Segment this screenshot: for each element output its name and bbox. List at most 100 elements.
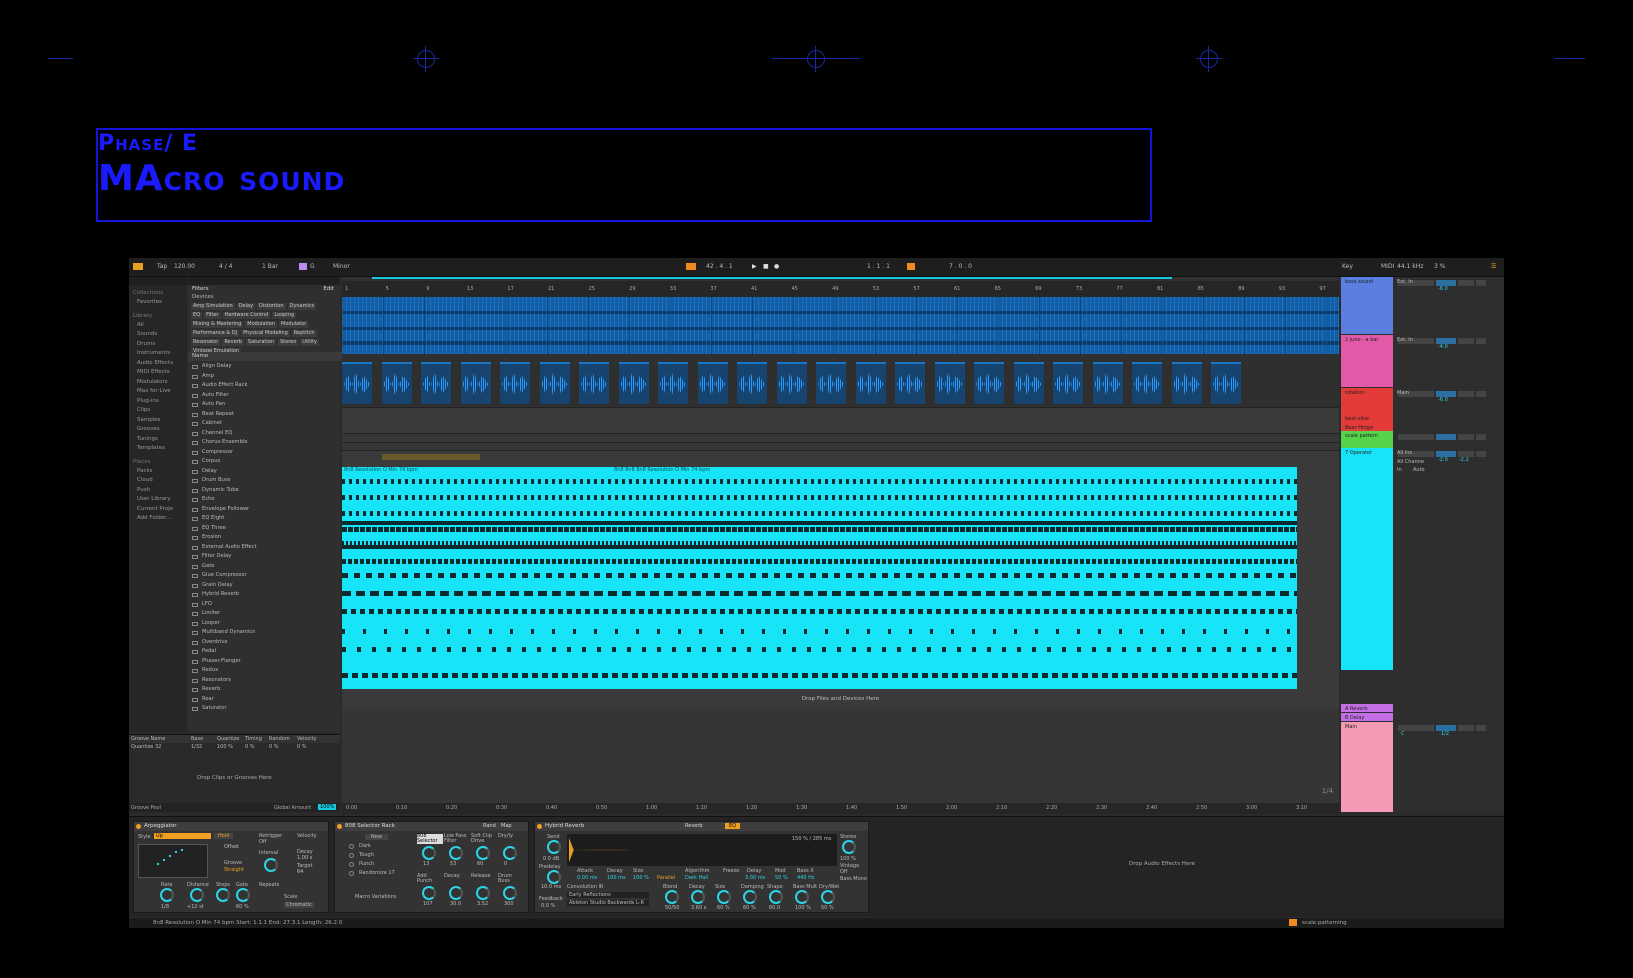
reverb-knob[interactable] bbox=[717, 890, 731, 904]
track-name[interactable]: beat slice bbox=[1345, 416, 1369, 422]
groove-cell[interactable]: 1/32 bbox=[191, 744, 202, 750]
juno-audio-clip[interactable] bbox=[1053, 362, 1083, 404]
device-list-item[interactable]: Saturator bbox=[188, 704, 340, 714]
macro-knob[interactable] bbox=[476, 846, 490, 860]
track-volume-value[interactable]: -2.2 bbox=[1459, 457, 1469, 463]
pan-field[interactable] bbox=[1458, 434, 1474, 440]
track-volume-value[interactable]: -4.0 bbox=[1438, 344, 1448, 350]
variation-name[interactable]: Punch bbox=[359, 861, 374, 867]
rack-variation[interactable]: Dark bbox=[349, 842, 411, 851]
track-bass-clip[interactable] bbox=[342, 297, 1339, 354]
sidebar-item-instruments[interactable]: Instruments bbox=[129, 349, 187, 359]
device-list-item[interactable]: Looper bbox=[188, 619, 340, 629]
sidebar-place-push[interactable]: Push bbox=[129, 486, 187, 496]
rack-map-button[interactable]: Map bbox=[501, 823, 512, 829]
device-list-item[interactable]: Chorus-Ensemble bbox=[188, 438, 340, 448]
device-list-item[interactable]: EQ Three bbox=[188, 524, 340, 534]
macro-knob[interactable] bbox=[503, 846, 517, 860]
volume-field[interactable] bbox=[1436, 434, 1456, 440]
macro-knob[interactable] bbox=[422, 846, 436, 860]
macro-knob[interactable] bbox=[476, 886, 490, 900]
filter-tag[interactable]: Reptitch bbox=[291, 330, 317, 337]
juno-audio-clip[interactable] bbox=[895, 362, 925, 404]
track-name[interactable]: bass sound bbox=[1345, 279, 1373, 285]
sidebar-item-sounds[interactable]: Sounds bbox=[129, 330, 187, 340]
device-list-item[interactable]: Redux bbox=[188, 666, 340, 676]
arpeggiator-device[interactable]: Arpeggiator Style Up Hold Offset Groove … bbox=[133, 821, 329, 913]
arp-groove-value[interactable]: Straight bbox=[224, 867, 244, 873]
juno-audio-clip[interactable] bbox=[1211, 362, 1241, 404]
reverb-knob[interactable] bbox=[795, 890, 809, 904]
sidebar-item-midi-effects[interactable]: MIDI Effects bbox=[129, 368, 187, 378]
arp-distance-knob[interactable] bbox=[190, 888, 204, 902]
sidebar-item-samples[interactable]: Samples bbox=[129, 416, 187, 426]
sidebar-item-favorites[interactable]: Favorites bbox=[129, 298, 187, 308]
mute-button[interactable] bbox=[1476, 338, 1486, 344]
device-list-item[interactable]: Amp bbox=[188, 372, 340, 382]
variation-name[interactable]: Dark bbox=[359, 843, 371, 849]
mute-button[interactable] bbox=[1476, 451, 1486, 457]
vintage-value[interactable]: Off bbox=[840, 869, 847, 875]
track-header[interactable]: Bear Hinge bbox=[1341, 423, 1393, 431]
track-name[interactable]: A Reverb bbox=[1345, 706, 1368, 712]
tap-button[interactable]: Tap bbox=[157, 263, 167, 270]
sidebar-item-all[interactable]: All bbox=[129, 321, 187, 331]
juno-audio-clip[interactable] bbox=[1013, 362, 1044, 404]
device-list-item[interactable]: Gate bbox=[188, 562, 340, 572]
juno-audio-clip[interactable] bbox=[1171, 362, 1202, 404]
juno-audio-clip[interactable] bbox=[974, 362, 1004, 404]
filter-tag[interactable]: Delay bbox=[236, 303, 256, 310]
arp-rate-knob[interactable] bbox=[160, 888, 174, 902]
drop-files-zone[interactable]: Drop Files and Devices Here bbox=[342, 689, 1339, 709]
reverb-knob[interactable] bbox=[743, 890, 757, 904]
track-volume-value[interactable]: -2.0 bbox=[1438, 457, 1448, 463]
delay-value[interactable]: 3.00 ms bbox=[745, 875, 765, 881]
reverb-tab[interactable]: Reverb bbox=[685, 823, 703, 829]
track-header[interactable]: B Delay bbox=[1341, 713, 1393, 721]
pan-field[interactable] bbox=[1458, 725, 1474, 731]
pan-field[interactable] bbox=[1458, 338, 1474, 344]
time-ruler[interactable]: 0:00 0:10 0:20 0:30 0:40 0:50 1:00 1:10 1:20 1:30… bbox=[342, 803, 1339, 814]
grid-zoom[interactable]: 1/4 bbox=[1322, 787, 1333, 795]
juno-audio-clip[interactable] bbox=[1132, 362, 1162, 404]
sidebar-place-current-proje[interactable]: Current Proje bbox=[129, 505, 187, 515]
track-name[interactable]: scale pattern bbox=[1345, 433, 1378, 439]
track-io-label[interactable]: Ext. In bbox=[1397, 337, 1413, 343]
groove-cell[interactable]: 0 % bbox=[245, 744, 255, 750]
device-list-item[interactable]: Limiter bbox=[188, 609, 340, 619]
mute-button[interactable] bbox=[1476, 434, 1486, 440]
loop-length[interactable]: 7 . 0 . 0 bbox=[949, 263, 972, 270]
device-list-item[interactable]: Phaser-Flanger bbox=[188, 657, 340, 667]
eq-tab[interactable]: EQ bbox=[725, 823, 741, 829]
filter-tag[interactable]: Modulator bbox=[279, 321, 309, 328]
key-map-button[interactable]: Key bbox=[1342, 263, 1353, 270]
ir-file-select[interactable]: Ableton Studio Backwards L-R bbox=[567, 900, 649, 906]
tempo-field[interactable]: 120.00 bbox=[174, 263, 195, 270]
track-header[interactable]: rotation bbox=[1341, 388, 1393, 414]
device-list-item[interactable]: Compressor bbox=[188, 448, 340, 458]
play-icon[interactable]: ▶ bbox=[752, 263, 757, 270]
device-list-item[interactable]: Multiband Dynamics bbox=[188, 628, 340, 638]
filter-tag[interactable]: Stereo bbox=[277, 339, 299, 346]
device-list-item[interactable]: Overdrive bbox=[188, 638, 340, 648]
arp-decay-value[interactable]: 1.00 s bbox=[297, 855, 312, 861]
send-knob[interactable] bbox=[547, 840, 561, 854]
global-amount-value[interactable]: 100% bbox=[318, 804, 337, 810]
track-header[interactable]: scale pattern bbox=[1341, 431, 1393, 448]
filter-tag[interactable]: EQ bbox=[191, 312, 203, 319]
filter-tag[interactable]: Saturation bbox=[245, 339, 276, 346]
track-juno-lane[interactable] bbox=[342, 354, 1339, 407]
track-name[interactable]: rotation bbox=[1345, 390, 1365, 396]
sidebar-item-plug-ins[interactable]: Plug-ins bbox=[129, 397, 187, 407]
bar-ruler[interactable]: 1 5 9 13 17 21 25 29 33 37 41 45 49 53 57 61 65 69 73 77 81 8… bbox=[342, 277, 1339, 297]
reverb-knob[interactable] bbox=[769, 890, 783, 904]
track-volume-value[interactable]: C bbox=[1401, 731, 1405, 737]
sidebar-item-tunings[interactable]: Tunings bbox=[129, 435, 187, 445]
follow-icon[interactable] bbox=[686, 263, 696, 270]
filter-tag[interactable]: Reverb bbox=[222, 339, 244, 346]
attack-value[interactable]: 0.00 ms bbox=[577, 875, 597, 881]
device-list-item[interactable]: Dynamic Tube bbox=[188, 486, 340, 496]
stereo-knob[interactable] bbox=[842, 840, 856, 854]
juno-audio-clip[interactable] bbox=[460, 362, 491, 404]
reverb-knob[interactable] bbox=[691, 890, 705, 904]
